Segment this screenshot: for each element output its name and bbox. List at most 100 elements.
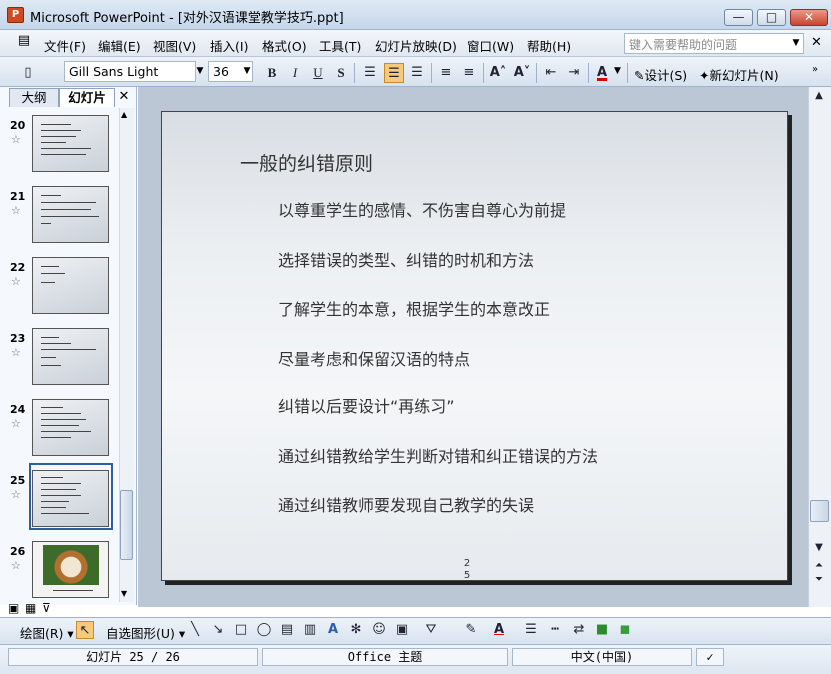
menu-insert[interactable]: 插入(I) [210,36,248,55]
vertical-textbox-icon[interactable]: ▥ [301,621,319,639]
bullet-item[interactable]: 通过纠错教师要发现自己教学的失误 [278,492,534,516]
align-right-icon[interactable]: ☰ [407,63,427,83]
italic-icon[interactable]: I [285,63,305,83]
menu-window[interactable]: 窗口(W) [467,36,514,55]
toolbar-options-icon[interactable]: » [812,64,818,75]
arrow-style-icon[interactable]: ⇄ [570,621,588,639]
slide-number: 26 [10,545,26,558]
clipart-icon[interactable]: ☺ [370,621,388,639]
oval-icon[interactable]: ◯ [255,621,273,639]
main-scrollbar[interactable] [808,87,831,607]
font-color-dropdown-icon[interactable]: ▼ [614,66,621,76]
bullet-item[interactable]: 选择错误的类型、纠错的时机和方法 [278,247,534,271]
transition-star-icon: ☆ [11,204,21,217]
font-color-icon[interactable]: A [592,63,612,83]
normal-view-icon[interactable]: ▣ [8,601,19,615]
menu-slideshow[interactable]: 幻灯片放映(D) [375,36,457,55]
3d-style-icon[interactable]: ◼ [616,621,634,639]
decrease-font-icon[interactable]: A˅ [512,63,532,83]
align-center-icon[interactable]: ☰ [384,63,404,83]
slide-thumbnail-22[interactable] [32,257,109,314]
align-left-icon[interactable]: ☰ [360,63,380,83]
bullet-item[interactable]: 了解学生的本意，根据学生的本意改正 [278,296,550,320]
powerpoint-app-icon[interactable]: P [7,7,24,23]
font-dropdown-icon[interactable]: ▼ [193,62,207,81]
menu-view[interactable]: 视图(V) [153,36,196,55]
close-button[interactable]: ✕ [790,9,828,26]
picture-icon[interactable]: ▣ [393,621,411,639]
language-status: 中文(中国) [512,648,692,666]
numbering-icon[interactable]: ≡ [436,63,456,83]
increase-font-icon[interactable]: A˄ [488,63,508,83]
main-scroll-thumb[interactable] [810,500,829,522]
draw-menu-button[interactable]: 绘图(R) ▾ [20,623,74,642]
slideshow-view-icon[interactable]: ⊽ [42,601,51,615]
menu-tools[interactable]: 工具(T) [319,36,361,55]
draw-font-color-icon[interactable]: A [490,621,508,639]
menu-file[interactable]: 文件(F) [44,36,86,55]
textbox-icon[interactable]: ▤ [278,621,296,639]
bullet-item[interactable]: 通过纠错教给学生判断对错和纠正错误的方法 [278,443,598,467]
tab-slides[interactable]: 幻灯片 [59,88,115,107]
minimize-button[interactable]: — [724,9,753,26]
rectangle-icon[interactable]: □ [232,621,250,639]
separator [627,63,628,83]
slide-number: 23 [10,332,26,345]
menu-help[interactable]: 帮助(H) [527,36,571,55]
fill-color-icon[interactable]: ⛛ [422,621,440,639]
next-slide-icon[interactable]: ⏷ [811,574,827,585]
bold-icon[interactable]: B [262,63,282,83]
line-style-icon[interactable]: ☰ [522,621,540,639]
tab-outline[interactable]: 大纲 [9,88,59,107]
wordart-icon[interactable]: A [324,621,342,639]
new-slide-button[interactable]: ✦新幻灯片(N) [699,65,779,84]
slide-title[interactable]: 一般的纠错原则 [240,149,373,176]
help-search-input[interactable]: 键入需要帮助的问题 [624,33,804,54]
slide-thumbnail-21[interactable] [32,186,109,243]
slide-thumbnail-26[interactable] [32,541,109,598]
underline-icon[interactable]: U [308,63,328,83]
menu-edit[interactable]: 编辑(E) [98,36,141,55]
shadow-icon[interactable]: S [331,63,351,83]
menu-format[interactable]: 格式(O) [262,36,307,55]
main-scroll-up-icon[interactable]: ▲ [811,90,827,101]
autoshapes-button[interactable]: 自选图形(U) ▾ [106,623,185,642]
slide-counter: 幻灯片 25 / 26 [8,648,258,666]
diagram-icon[interactable]: ✻ [347,621,365,639]
slide-thumbnail-20[interactable] [32,115,109,172]
scroll-down-icon[interactable]: ▼ [121,589,127,598]
slide-sorter-icon[interactable]: ▦ [25,601,36,615]
design-button[interactable]: ✎设计(S) [634,65,687,84]
bullet-item[interactable]: 纠错以后要设计“再练习” [278,393,455,417]
bullet-item[interactable]: 尽量考虑和保留汉语的特点 [278,346,470,370]
doc-close-icon[interactable]: ✕ [811,35,822,50]
slide-thumbnail-24[interactable] [32,399,109,456]
dash-style-icon[interactable]: ┅ [546,621,564,639]
slide-number: 25 [10,474,26,487]
spellcheck-icon[interactable]: ✓ [696,648,724,666]
panel-scroll-thumb[interactable] [120,490,133,560]
select-pointer-icon[interactable]: ↖ [76,621,94,639]
maximize-button[interactable]: □ [757,9,786,26]
separator [354,63,355,83]
new-document-icon[interactable]: ▯ [18,63,38,83]
document-icon[interactable]: ▤ [13,33,35,53]
arrow-icon[interactable]: ↘ [209,621,227,639]
font-name-select[interactable]: Gill Sans Light [64,61,196,82]
line-icon[interactable]: ╲ [186,621,204,639]
previous-slide-icon[interactable]: ⏶ [811,560,827,571]
increase-indent-icon[interactable]: ⇥ [564,63,584,83]
main-scroll-down-icon[interactable]: ▼ [811,542,827,553]
scroll-up-icon[interactable]: ▲ [121,110,127,119]
line-color-icon[interactable]: ✎ [462,621,480,639]
shadow-style-icon[interactable]: ■ [593,621,611,639]
panel-close-icon[interactable]: ✕ [117,88,131,105]
slide-thumbnail-23[interactable] [32,328,109,385]
bullets-icon[interactable]: ≡ [459,63,479,83]
help-dropdown-icon[interactable]: ▼ [789,34,803,53]
decrease-indent-icon[interactable]: ⇤ [541,63,561,83]
bullet-item[interactable]: 以尊重学生的感情、不伤害自尊心为前提 [278,197,566,221]
size-dropdown-icon[interactable]: ▼ [240,62,254,81]
design-icon: ✎ [634,68,645,83]
transition-star-icon: ☆ [11,133,21,146]
